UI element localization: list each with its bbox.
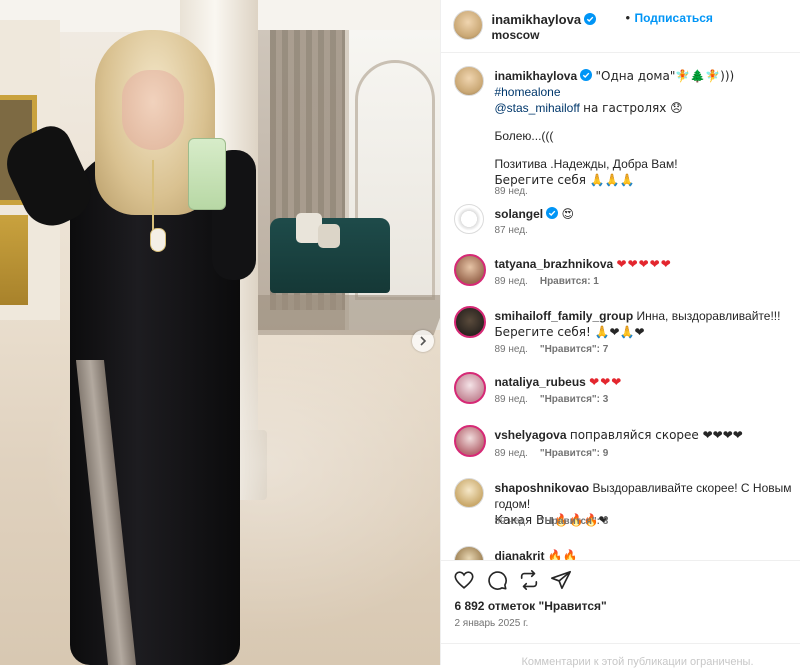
author-username[interactable]: inamikhaylova xyxy=(491,12,581,27)
post-photo[interactable] xyxy=(0,0,441,665)
comment-body: Инна, выздоравливайте!!! xyxy=(636,309,781,323)
pendant xyxy=(150,228,166,252)
post-date[interactable]: 2 январь 2025 г. xyxy=(454,618,528,629)
comment-text: dianakrit 🔥🔥 xyxy=(494,548,796,560)
avatar[interactable] xyxy=(454,546,485,560)
comment-body: 😍 xyxy=(561,207,574,221)
like-button[interactable] xyxy=(453,569,475,591)
caption-line: на гастролях 😞 xyxy=(583,101,683,115)
comment-time[interactable]: 89 нед. xyxy=(494,344,527,355)
share-icon xyxy=(551,570,572,590)
comment-likes[interactable]: "Нравится": 3 xyxy=(540,516,609,527)
avatar[interactable] xyxy=(453,10,484,40)
rug xyxy=(237,295,441,335)
comment-meta: 89 нед. "Нравится": 9 xyxy=(494,448,608,459)
comment-meta: 89 нед. "Нравится": 7 xyxy=(494,344,608,355)
action-bar xyxy=(441,560,800,601)
likes-count[interactable]: 6 892 отметок "Нравится" xyxy=(454,599,606,613)
phone xyxy=(188,138,226,210)
separator-dot: • xyxy=(625,10,631,25)
gold-console xyxy=(0,215,28,305)
comment-text: smihailoff_family_group Инна, выздоравли… xyxy=(494,308,796,340)
avatar[interactable] xyxy=(454,204,485,234)
avatar[interactable] xyxy=(454,478,485,508)
verified-badge-icon xyxy=(580,69,593,81)
caption-text: inamikhaylova "Одна дома"🧚🌲🧚))) #homealo… xyxy=(494,68,796,188)
comment-likes[interactable]: "Нравится": 9 xyxy=(540,448,609,459)
avatar[interactable] xyxy=(454,254,487,286)
comments-restricted-footer: Комментарии к этой публикации ограничены… xyxy=(441,643,800,668)
repost-icon xyxy=(521,570,538,590)
face xyxy=(122,70,184,150)
comment-likes[interactable]: "Нравится": 3 xyxy=(540,394,609,405)
avatar[interactable] xyxy=(454,306,487,338)
comment-text: nataliya_rubeus ❤❤❤ xyxy=(494,374,796,390)
post-modal: inamikhaylova • Подписаться Moscow inami… xyxy=(0,0,800,668)
comment-meta: 89 нед. "Нравится": 3 xyxy=(494,394,608,405)
comment-text: tatyana_brazhnikova ❤❤❤❤❤ xyxy=(494,256,796,272)
caption-line: Болею...((( xyxy=(494,129,554,143)
comment-username[interactable]: dianakrit xyxy=(494,549,544,560)
comment-username[interactable]: smihailoff_family_group xyxy=(494,309,633,323)
pillow xyxy=(318,224,340,248)
comment-time[interactable]: 89 нед. xyxy=(494,394,527,405)
comment-likes[interactable]: Нравится: 1 xyxy=(540,276,599,287)
comment-time[interactable]: 87 нед. xyxy=(494,225,527,236)
hashtag-link[interactable]: #homealone xyxy=(494,85,560,99)
next-photo-button[interactable] xyxy=(412,330,434,352)
comment-username[interactable]: nataliya_rubeus xyxy=(494,375,585,389)
chevron-right-icon xyxy=(420,336,427,346)
comment-username[interactable]: shaposhnikovao xyxy=(494,481,589,495)
comment-username[interactable]: tatyana_brazhnikova xyxy=(494,257,613,271)
avatar[interactable] xyxy=(454,372,487,404)
verified-badge-icon xyxy=(546,207,559,219)
post-sidebar: inamikhaylova • Подписаться Moscow inami… xyxy=(440,0,800,668)
verified-badge-icon xyxy=(584,13,597,25)
comment-username[interactable]: solangel xyxy=(494,207,543,221)
caption-line: Позитива .Надежды, Добра Вам! xyxy=(494,157,678,171)
caption-line: Берегите себя 🙏🙏🙏 xyxy=(494,173,635,187)
location-link[interactable]: Moscow xyxy=(491,28,539,42)
comment-time[interactable]: 89 нед. xyxy=(494,448,527,459)
post-header: inamikhaylova • Подписаться Moscow xyxy=(441,0,800,53)
comment-meta: 89 нед. "Нравится": 3 xyxy=(494,516,608,527)
comment-time[interactable]: 89 нед. xyxy=(494,516,527,527)
comment-text: solangel 😍 xyxy=(494,206,796,222)
follow-button[interactable]: Подписаться xyxy=(634,11,712,25)
author-name-wrap: inamikhaylova xyxy=(491,11,597,29)
comment-body: ❤❤❤❤❤ xyxy=(616,257,672,271)
caption-line: "Одна дома"🧚🌲🧚))) xyxy=(595,69,735,83)
comment-button[interactable] xyxy=(486,569,508,591)
comment-body: Берегите себя! 🙏❤🙏❤ xyxy=(494,325,645,339)
comment-username[interactable]: inamikhaylova xyxy=(494,69,577,83)
comment-time[interactable]: 89 нед. xyxy=(494,276,527,287)
comments-list[interactable]: inamikhaylova "Одна дома"🧚🌲🧚))) #homealo… xyxy=(441,52,800,560)
heart-icon xyxy=(454,571,474,589)
share-button[interactable] xyxy=(550,569,572,591)
comment-username[interactable]: vshelyagova xyxy=(494,428,566,442)
avatar[interactable] xyxy=(454,66,485,96)
comment-likes[interactable]: "Нравится": 7 xyxy=(540,344,609,355)
avatar[interactable] xyxy=(454,425,487,457)
comment-icon xyxy=(488,571,508,590)
mention-link[interactable]: @stas_mihailoff xyxy=(494,101,579,115)
comments-restricted-text: Комментарии к этой публикации ограничены… xyxy=(521,656,754,668)
comment-meta: 89 нед. Нравится: 1 xyxy=(494,276,598,287)
comment-body: 🔥🔥 xyxy=(547,549,578,560)
comment-time[interactable]: 89 нед. xyxy=(494,186,527,197)
comment-body: ❤❤❤ xyxy=(589,375,623,389)
comment-text: vshelyagova поправляйся скорее ❤❤❤❤ xyxy=(494,427,796,443)
repost-button[interactable] xyxy=(518,569,540,591)
comment-body: поправляйся скорее ❤❤❤❤ xyxy=(569,428,743,442)
